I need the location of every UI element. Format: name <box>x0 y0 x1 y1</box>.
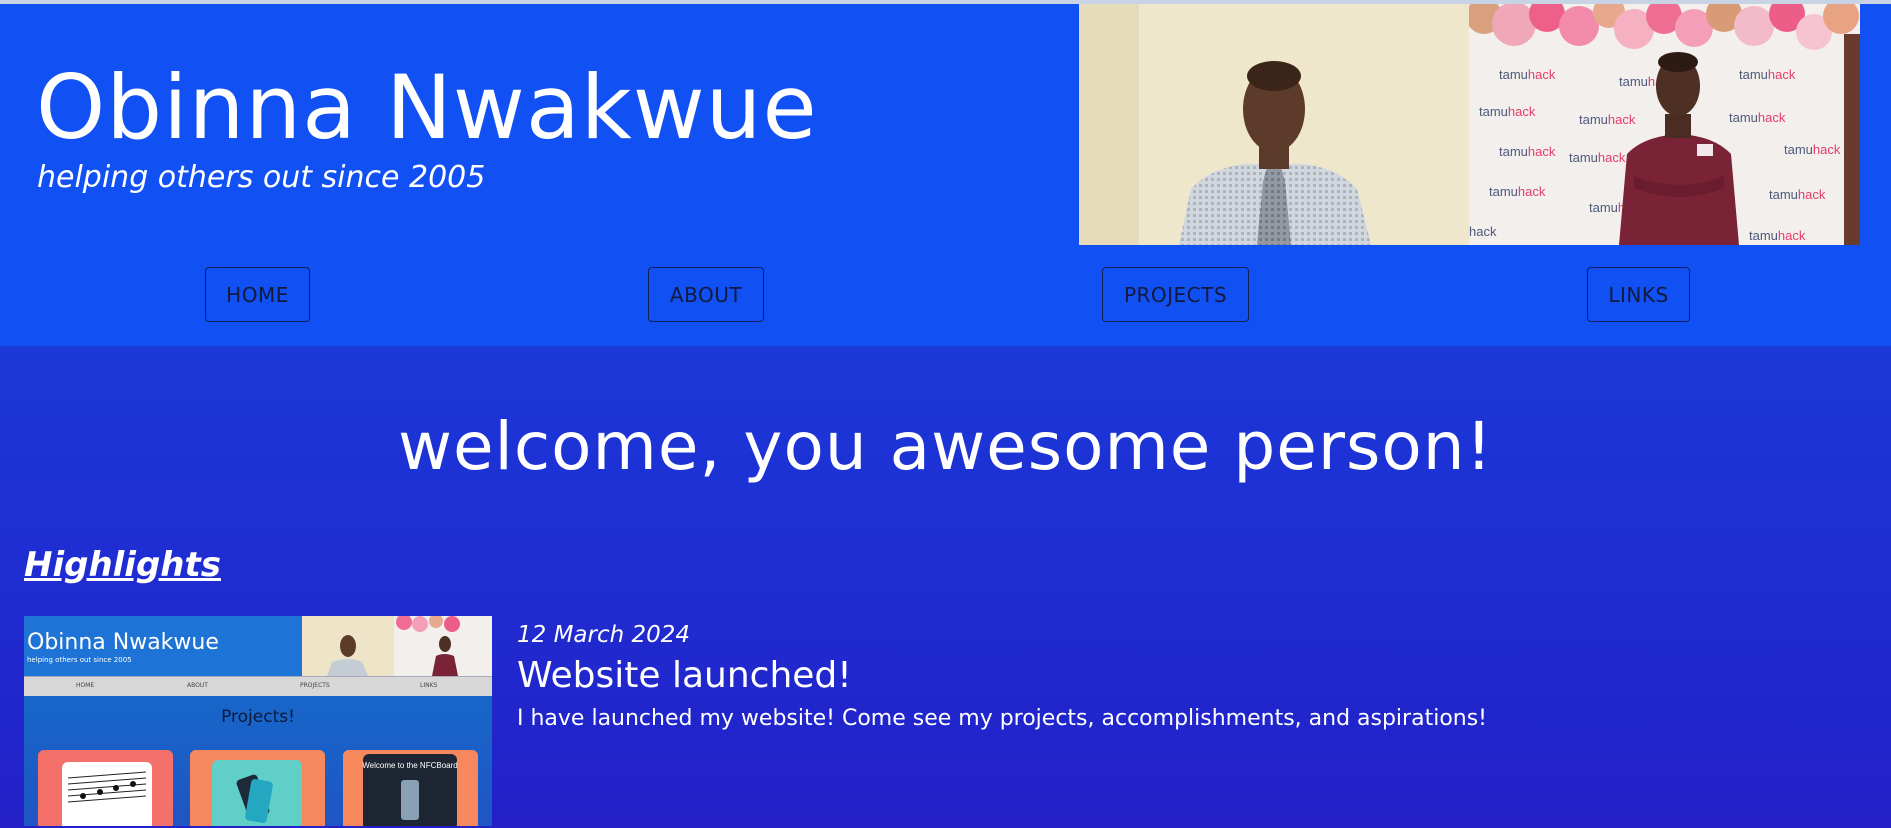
svg-text:hack: hack <box>1469 224 1497 239</box>
thumbnail-project-card: Welcome to the NFCBoard <box>343 750 478 826</box>
nav-about-button[interactable]: ABOUT <box>648 267 764 322</box>
tamuhack-photo: tamuhack tamuhack tamuhack tamuhack tamu… <box>1469 4 1860 245</box>
thumbnail-project-card <box>190 750 325 826</box>
highlight-body: I have launched my website! Come see my … <box>517 706 1487 731</box>
thumbnail-nav-about: ABOUT <box>187 682 208 689</box>
svg-text:tamuhack: tamuhack <box>1479 104 1536 119</box>
svg-text:tamuhack: tamuhack <box>1729 110 1786 125</box>
nav-links-button[interactable]: LINKS <box>1587 267 1690 322</box>
highlights-heading: Highlights <box>24 545 221 585</box>
highlight-thumbnail[interactable]: Obinna Nwakwue helping others out since … <box>24 616 492 826</box>
thumbnail-nav-projects: PROJECTS <box>300 682 330 689</box>
thumbnail-card-caption: Welcome to the NFCBoard <box>362 761 457 770</box>
thumbnail-project-card <box>38 750 173 826</box>
svg-text:tamuhack: tamuhack <box>1579 112 1636 127</box>
thumbnail-nav: HOME ABOUT PROJECTS LINKS <box>24 676 492 696</box>
svg-text:tamuhack: tamuhack <box>1749 228 1806 243</box>
nav-projects-button[interactable]: PROJECTS <box>1102 267 1249 322</box>
highlight-date: 12 March 2024 <box>517 622 691 648</box>
site-title: Obinna Nwakwue <box>36 56 818 159</box>
site-tagline: helping others out since 2005 <box>37 160 486 195</box>
svg-text:tamuhack: tamuhack <box>1784 142 1841 157</box>
thumbnail-nav-home: HOME <box>76 682 95 689</box>
svg-text:tamuhack: tamuhack <box>1499 67 1556 82</box>
thumbnail-nav-links: LINKS <box>420 682 438 689</box>
thumbnail-title: Obinna Nwakwue <box>27 630 219 655</box>
headshot-photo <box>1079 4 1469 245</box>
thumbnail-photos <box>302 616 492 676</box>
thumbnail-projects-heading: Projects! <box>221 707 295 727</box>
thumbnail-tagline: helping others out since 2005 <box>27 656 132 664</box>
svg-text:tamuhack: tamuhack <box>1769 187 1826 202</box>
svg-text:tamuhack: tamuhack <box>1569 150 1626 165</box>
welcome-heading: welcome, you awesome person! <box>397 408 1494 485</box>
svg-text:tamuhack: tamuhack <box>1739 67 1796 82</box>
nav-home-button[interactable]: HOME <box>205 267 310 322</box>
svg-text:tamuhack: tamuhack <box>1489 184 1546 199</box>
highlight-title[interactable]: Website launched! <box>517 655 852 696</box>
svg-text:tamuhack: tamuhack <box>1499 144 1556 159</box>
header-edge <box>1860 4 1891 245</box>
